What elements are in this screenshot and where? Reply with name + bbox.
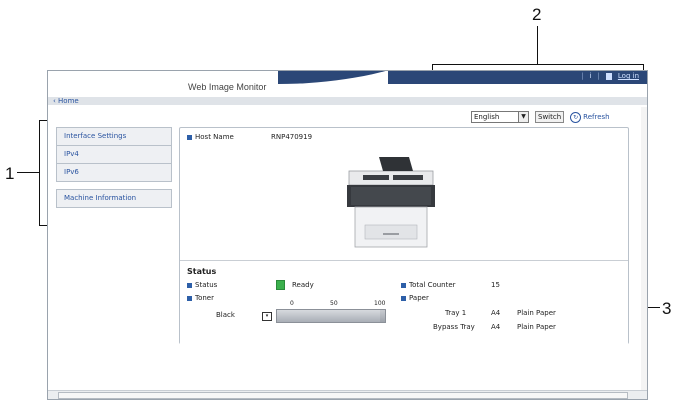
login-link[interactable]: Log in <box>618 72 639 80</box>
toner-level-bar <box>276 309 386 323</box>
horizontal-scrollbar[interactable] <box>48 390 647 399</box>
status-section: Status Status Ready Toner Black 0 50 100… <box>180 260 628 344</box>
callout-2-bracket <box>432 64 644 65</box>
tray-type: Plain Paper <box>517 323 556 331</box>
bullet-icon <box>401 295 406 301</box>
breadcrumb-bar <box>48 97 647 105</box>
sidebar-item-ipv6[interactable]: IPv6 <box>56 164 172 182</box>
bullet-icon <box>187 134 192 140</box>
header-bar: Web Image Monitor | i | Log in <box>48 71 647 97</box>
breadcrumb-home[interactable]: ‹ Home <box>53 97 79 105</box>
counter-value: 15 <box>491 281 500 289</box>
tray-size: A4 <box>491 309 501 317</box>
host-name-value: RNP470919 <box>271 133 313 141</box>
browser-window: Web Image Monitor | i | Log in ‹ Home En… <box>47 70 648 400</box>
page-title: Web Image Monitor <box>188 82 267 92</box>
bullet-icon <box>187 295 192 301</box>
sidebar-item-ipv4[interactable]: IPv4 <box>56 146 172 164</box>
chevron-down-icon: ▼ <box>518 112 528 122</box>
switch-button[interactable]: Switch <box>535 111 565 123</box>
info-icon[interactable]: i <box>590 72 592 80</box>
language-select[interactable]: English ▼ <box>471 111 529 123</box>
sidebar-item-machine-information[interactable]: Machine Information <box>56 189 172 208</box>
refresh-icon: ↻ <box>570 111 582 123</box>
tray-size: A4 <box>491 323 501 331</box>
refresh-button[interactable]: ↻ Refresh <box>570 111 610 123</box>
language-toolbar: English ▼ Switch ↻ Refresh <box>471 111 610 123</box>
callout-1-bracket <box>39 120 40 226</box>
callout-1-line <box>17 172 39 173</box>
ready-status: Ready <box>276 280 314 290</box>
device-panel: Host Name RNP470919 Status Status Ready … <box>179 127 629 344</box>
sidebar-item-interface-settings[interactable]: Interface Settings <box>56 127 172 146</box>
bullet-icon <box>401 282 406 288</box>
sidebar: Interface Settings IPv4 IPv6 Machine Inf… <box>56 127 172 208</box>
callout-2: 2 <box>532 5 542 24</box>
top-links: | i | Log in <box>581 72 639 80</box>
toner-level-fill <box>277 310 380 322</box>
ready-icon <box>276 280 285 290</box>
bullet-icon <box>187 282 192 288</box>
status-heading: Status <box>187 267 217 276</box>
host-name-row: Host Name RNP470919 <box>187 133 312 141</box>
login-icon <box>605 72 612 80</box>
tray-type: Plain Paper <box>517 309 556 317</box>
vertical-scrollbar[interactable] <box>641 107 647 390</box>
tray-name: Bypass Tray <box>433 323 475 331</box>
toner-icon: ▾ <box>262 312 272 321</box>
callout-3: 3 <box>662 299 672 318</box>
callout-2-line <box>537 26 538 64</box>
printer-image <box>347 157 435 248</box>
toner-color: Black <box>216 311 235 319</box>
tray-name: Tray 1 <box>445 309 467 317</box>
callout-1: 1 <box>5 164 15 183</box>
